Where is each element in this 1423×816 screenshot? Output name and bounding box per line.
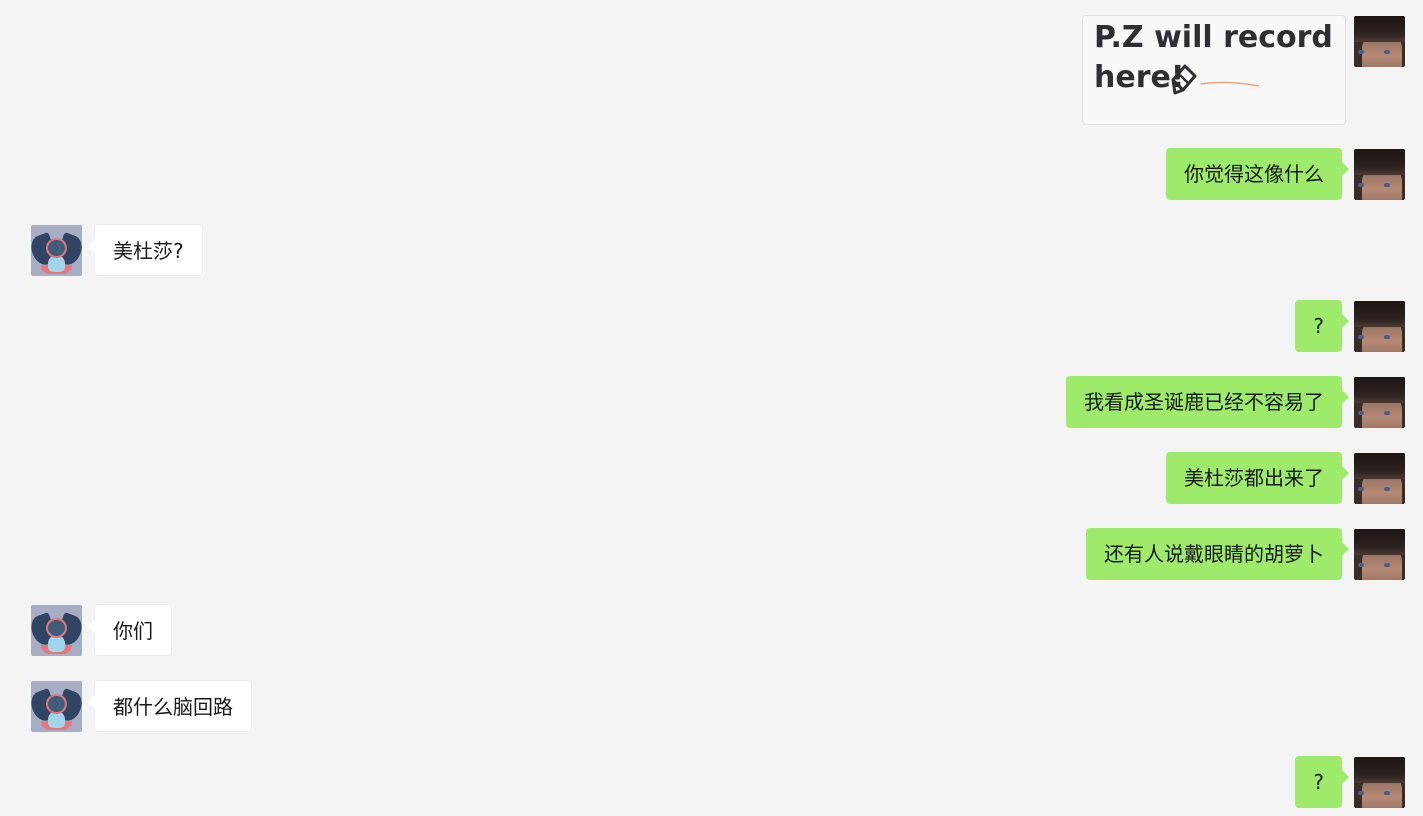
message-bubble-sent[interactable]: 我看成圣诞鹿已经不容易了 — [1066, 376, 1349, 428]
message-bubble-received[interactable]: 都什么脑回路 — [88, 680, 252, 732]
message-bubble-sent[interactable]: 美杜莎都出来了 — [1166, 452, 1349, 504]
contact-avatar[interactable] — [31, 681, 82, 732]
message-bubble-sent[interactable]: ? — [1295, 756, 1349, 808]
image-message[interactable]: P.Z will record here! — [1082, 15, 1346, 125]
message-bubble-sent[interactable]: ? — [1295, 300, 1349, 352]
my-avatar[interactable] — [1354, 16, 1405, 67]
message-bubble-received[interactable]: 你们 — [88, 604, 172, 656]
contact-avatar[interactable] — [31, 225, 82, 276]
my-avatar[interactable] — [1354, 453, 1405, 504]
message-bubble-sent[interactable]: 还有人说戴眼睛的胡萝卜 — [1086, 528, 1349, 580]
contact-avatar[interactable] — [31, 605, 82, 656]
my-avatar[interactable] — [1354, 149, 1405, 200]
my-avatar[interactable] — [1354, 301, 1405, 352]
my-avatar[interactable] — [1354, 377, 1405, 428]
message-bubble-received[interactable]: 美杜莎? — [88, 224, 203, 276]
message-bubble-sent[interactable]: 你觉得这像什么 — [1166, 148, 1349, 200]
pen-icon — [1171, 64, 1260, 95]
my-avatar[interactable] — [1354, 757, 1405, 808]
my-avatar[interactable] — [1354, 529, 1405, 580]
